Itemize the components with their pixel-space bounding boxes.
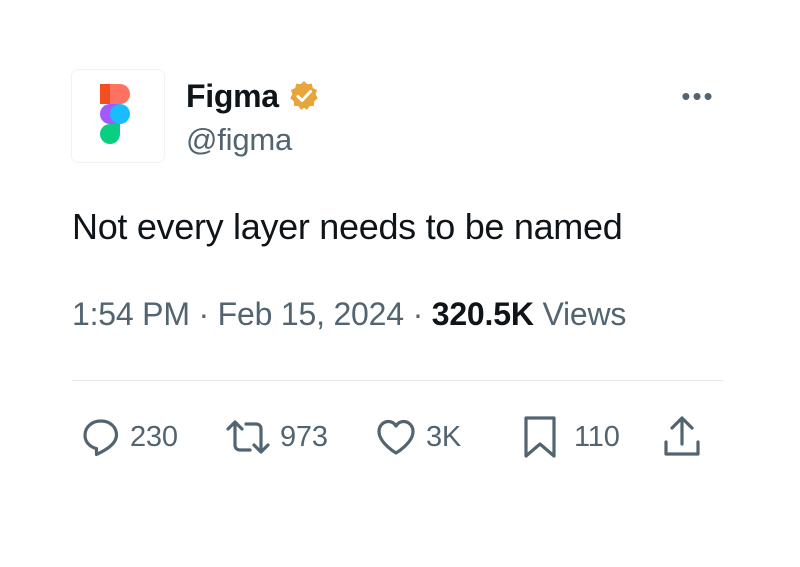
reply-icon (83, 419, 119, 457)
action-bar: 230 973 3K 110 (0, 412, 800, 462)
avatar[interactable] (72, 70, 164, 162)
author-display-name[interactable]: Figma (186, 78, 279, 115)
tweet-date[interactable]: Feb 15, 2024 (218, 296, 404, 332)
divider (72, 380, 724, 381)
more-options-icon: ••• (681, 80, 715, 111)
share-button[interactable] (660, 412, 704, 462)
views-count: 320.5K (431, 296, 534, 332)
figma-logo-icon (100, 84, 130, 144)
figma-logo-red-square (100, 84, 110, 104)
retweet-count: 973 (280, 420, 328, 453)
retweet-button[interactable]: 973 (224, 412, 328, 462)
heart-icon (377, 419, 415, 455)
more-options-button[interactable]: ••• (676, 80, 720, 111)
reply-button[interactable]: 230 (80, 412, 178, 462)
figma-logo-orange-square (110, 84, 120, 104)
bookmark-icon (524, 416, 556, 458)
views-label: Views (542, 296, 627, 332)
tweet-meta: 1:54 PM · Feb 15, 2024 · 320.5K Views (72, 296, 626, 333)
tweet-time[interactable]: 1:54 PM (72, 296, 190, 332)
reply-count: 230 (130, 420, 178, 453)
figma-logo-green-segment (100, 124, 120, 144)
tweet-text: Not every layer needs to be named (72, 206, 623, 247)
tweet-card: Figma @figma ••• Not every layer needs t… (0, 0, 800, 567)
retweet-icon (226, 420, 270, 454)
meta-separator: · (412, 296, 424, 332)
bookmark-count: 110 (574, 420, 620, 453)
author-handle[interactable]: @figma (186, 122, 292, 158)
like-count: 3K (426, 420, 462, 453)
figma-logo-blue-segment (110, 104, 130, 124)
author-name-row: Figma (186, 74, 321, 118)
bookmark-button[interactable]: 110 (520, 412, 620, 462)
share-icon (664, 416, 700, 456)
verified-badge-icon (287, 79, 321, 113)
like-button[interactable]: 3K (374, 412, 461, 462)
meta-separator: · (198, 296, 209, 332)
